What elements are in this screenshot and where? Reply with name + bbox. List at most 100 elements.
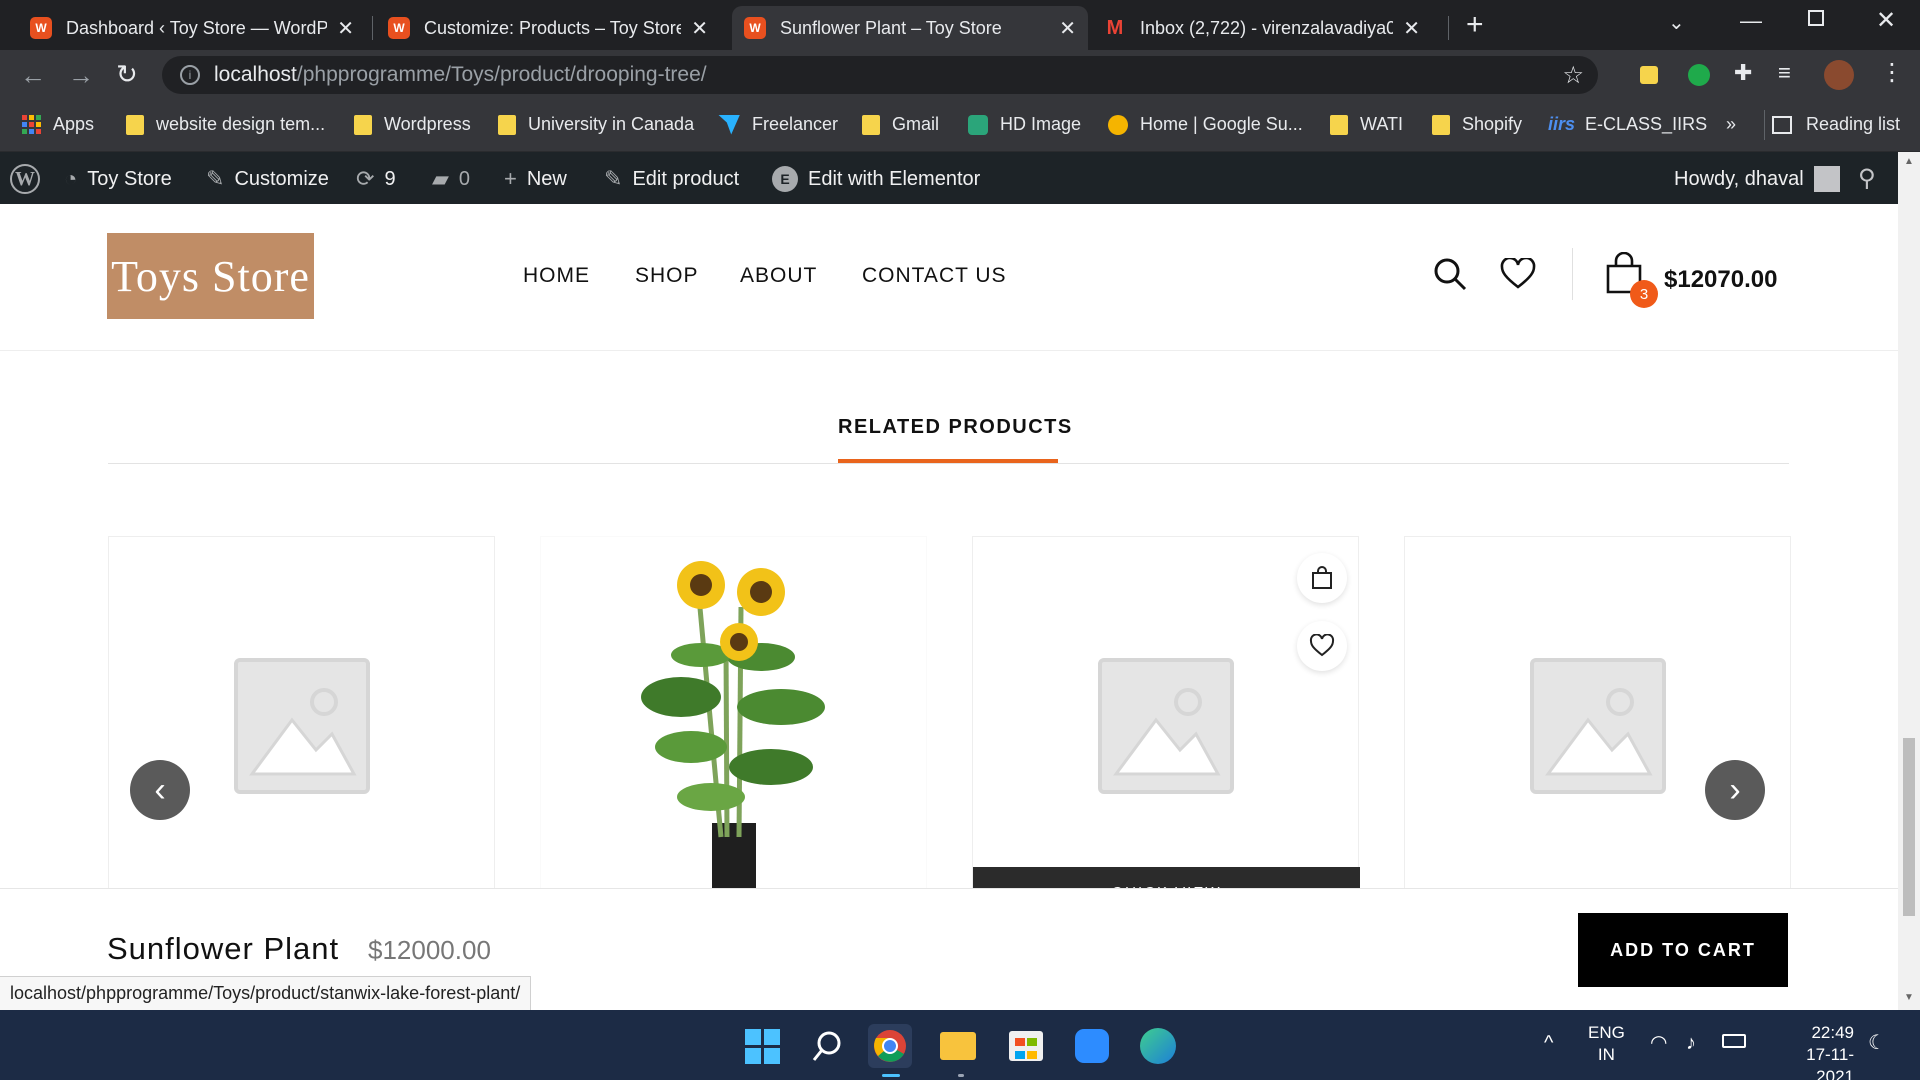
tab-customize[interactable]: W Customize: Products – Toy Store ✕ xyxy=(376,6,720,50)
close-tab-icon[interactable]: ✕ xyxy=(1059,16,1076,41)
bookmarks-overflow-button[interactable]: » xyxy=(1726,114,1736,135)
cart-total[interactable]: $12070.00 xyxy=(1664,266,1777,294)
volume-icon[interactable]: ♪ xyxy=(1686,1032,1696,1054)
wp-site-name[interactable]: ◔ Toy Store xyxy=(64,166,172,192)
image-placeholder-icon xyxy=(1529,658,1666,794)
taskbar-search-icon[interactable] xyxy=(806,1024,850,1068)
close-window-button[interactable]: ✕ xyxy=(1876,6,1896,35)
page-scrollbar[interactable]: ▲ ▼ xyxy=(1898,152,1920,1010)
tab-gmail-inbox[interactable]: M Inbox (2,722) - virenzalavadiya01 ✕ xyxy=(1092,6,1432,50)
start-button[interactable] xyxy=(740,1024,784,1068)
site-info-icon[interactable]: i xyxy=(180,65,200,85)
bookmark-wordpress[interactable]: Wordpress xyxy=(354,114,471,135)
carousel-prev-button[interactable]: ‹ xyxy=(130,760,190,820)
nav-shop[interactable]: SHOP xyxy=(635,264,699,288)
add-to-wishlist-icon[interactable] xyxy=(1297,621,1347,671)
tab-title: Inbox (2,722) - virenzalavadiya01 xyxy=(1140,17,1394,38)
bookmark-eclass-iirs[interactable]: iirs E-CLASS_IIRS xyxy=(1548,114,1707,135)
user-avatar xyxy=(1813,166,1840,192)
bookmark-apps[interactable]: Apps xyxy=(22,114,94,135)
apps-grid-icon xyxy=(22,115,41,134)
bookmark-wati[interactable]: WATI xyxy=(1330,114,1403,135)
address-bar[interactable]: i localhost/phpprogramme/Toys/product/dr… xyxy=(162,56,1598,94)
profile-avatar[interactable] xyxy=(1824,60,1854,90)
reading-list-button[interactable]: Reading list xyxy=(1772,114,1900,135)
back-arrow-icon[interactable]: ← xyxy=(20,60,46,91)
folder-icon xyxy=(126,114,144,135)
taskbar-chrome-icon[interactable] xyxy=(868,1024,912,1068)
browser-menu-icon[interactable]: ⋮ xyxy=(1880,58,1904,87)
wp-edit-product[interactable]: ✎ Edit product xyxy=(604,166,739,192)
bookmark-hd-image[interactable]: HD Image xyxy=(968,114,1081,135)
related-product-card[interactable] xyxy=(540,536,927,917)
tab-search-chevron-icon[interactable]: ⌄ xyxy=(1668,10,1685,35)
taskbar-store-icon[interactable] xyxy=(1004,1024,1048,1068)
tab-sunflower-plant[interactable]: W Sunflower Plant – Toy Store ✕ xyxy=(732,6,1088,50)
related-product-card[interactable]: QUICK VIEW xyxy=(972,536,1360,917)
plus-icon: + xyxy=(504,166,517,191)
close-tab-icon[interactable]: ✕ xyxy=(1403,16,1420,41)
battery-icon[interactable] xyxy=(1722,1034,1746,1048)
extension-note-icon[interactable] xyxy=(1640,66,1658,84)
language-indicator[interactable]: ENG IN xyxy=(1588,1022,1625,1066)
wp-new[interactable]: + New xyxy=(504,166,567,192)
logo-text: Toys Store xyxy=(111,251,310,301)
media-controls-icon[interactable]: ≡ xyxy=(1778,60,1791,86)
reading-list-icon xyxy=(1772,115,1792,134)
clock[interactable]: 22:49 17-11-2021 xyxy=(1770,1022,1854,1088)
scroll-up-arrow-icon[interactable]: ▲ xyxy=(1904,156,1914,167)
taskbar-edge-icon[interactable] xyxy=(1136,1024,1180,1068)
folder-icon xyxy=(498,114,516,135)
wp-comments[interactable]: ▰ 0 xyxy=(432,166,470,192)
wordpress-logo-icon[interactable]: W xyxy=(10,164,40,194)
bookmark-university-canada[interactable]: University in Canada xyxy=(498,114,694,135)
taskbar-file-explorer-icon[interactable] xyxy=(936,1024,980,1068)
scrollbar-thumb[interactable] xyxy=(1903,738,1915,916)
related-product-card[interactable] xyxy=(1404,536,1791,916)
image-placeholder-icon xyxy=(233,658,370,794)
add-to-cart-icon[interactable] xyxy=(1297,553,1347,603)
scroll-down-arrow-icon[interactable]: ▼ xyxy=(1904,992,1914,1003)
forward-arrow-icon[interactable]: → xyxy=(68,60,94,91)
bookmark-freelancer[interactable]: Freelancer xyxy=(718,114,838,135)
sticky-product-name: Sunflower Plant xyxy=(107,931,340,966)
bookmark-website-design[interactable]: website design tem... xyxy=(126,114,325,135)
reload-icon[interactable]: ↻ xyxy=(116,59,138,90)
wp-updates[interactable]: ⟳ 9 xyxy=(356,166,396,192)
elementor-icon: E xyxy=(772,166,798,192)
extension-green-icon[interactable] xyxy=(1688,64,1710,86)
iirs-icon: iirs xyxy=(1548,114,1576,134)
paintbrush-icon: ✎ xyxy=(206,166,225,191)
wp-howdy[interactable]: Howdy, dhaval xyxy=(1674,166,1840,192)
extensions-puzzle-icon[interactable]: ✚ xyxy=(1734,60,1752,86)
restore-button[interactable] xyxy=(1808,10,1824,26)
wp-search-icon[interactable]: ⚲ xyxy=(1858,164,1876,193)
taskbar-zoom-icon[interactable] xyxy=(1070,1024,1114,1068)
search-icon[interactable] xyxy=(1432,256,1468,292)
carousel-next-button[interactable]: › xyxy=(1705,760,1765,820)
bookmark-gmail[interactable]: Gmail xyxy=(862,114,939,135)
bookmark-shopify[interactable]: Shopify xyxy=(1432,114,1522,135)
add-to-cart-button[interactable]: ADD TO CART xyxy=(1578,913,1788,987)
wifi-icon[interactable]: ◠ xyxy=(1650,1032,1667,1054)
wp-customize[interactable]: ✎ Customize xyxy=(206,166,329,192)
close-tab-icon[interactable]: ✕ xyxy=(691,16,708,41)
new-tab-button[interactable]: + xyxy=(1466,8,1484,42)
wishlist-heart-icon[interactable] xyxy=(1500,258,1536,290)
notifications-moon-icon[interactable]: ☾ xyxy=(1868,1032,1886,1054)
tab-dashboard[interactable]: W Dashboard ‹ Toy Store — WordPr ✕ xyxy=(18,6,366,50)
nav-home[interactable]: HOME xyxy=(523,264,590,288)
site-logo[interactable]: Toys Store xyxy=(107,233,314,319)
bookmark-star-icon[interactable]: ☆ xyxy=(1562,61,1584,90)
browser-toolbar: ← → ↻ i localhost/phpprogramme/Toys/prod… xyxy=(0,50,1920,100)
close-tab-icon[interactable]: ✕ xyxy=(337,16,354,41)
folder-icon xyxy=(862,114,880,135)
tray-overflow-chevron-icon[interactable]: ^ xyxy=(1544,1032,1553,1054)
wp-edit-elementor[interactable]: E Edit with Elementor xyxy=(772,166,980,192)
bookmark-google-suite[interactable]: Home | Google Su... xyxy=(1108,114,1303,135)
minimize-button[interactable]: — xyxy=(1740,8,1762,34)
folder-icon xyxy=(354,114,372,135)
nav-about[interactable]: ABOUT xyxy=(740,264,817,288)
nav-contact-us[interactable]: CONTACT US xyxy=(862,264,1007,288)
related-product-card[interactable] xyxy=(108,536,495,916)
